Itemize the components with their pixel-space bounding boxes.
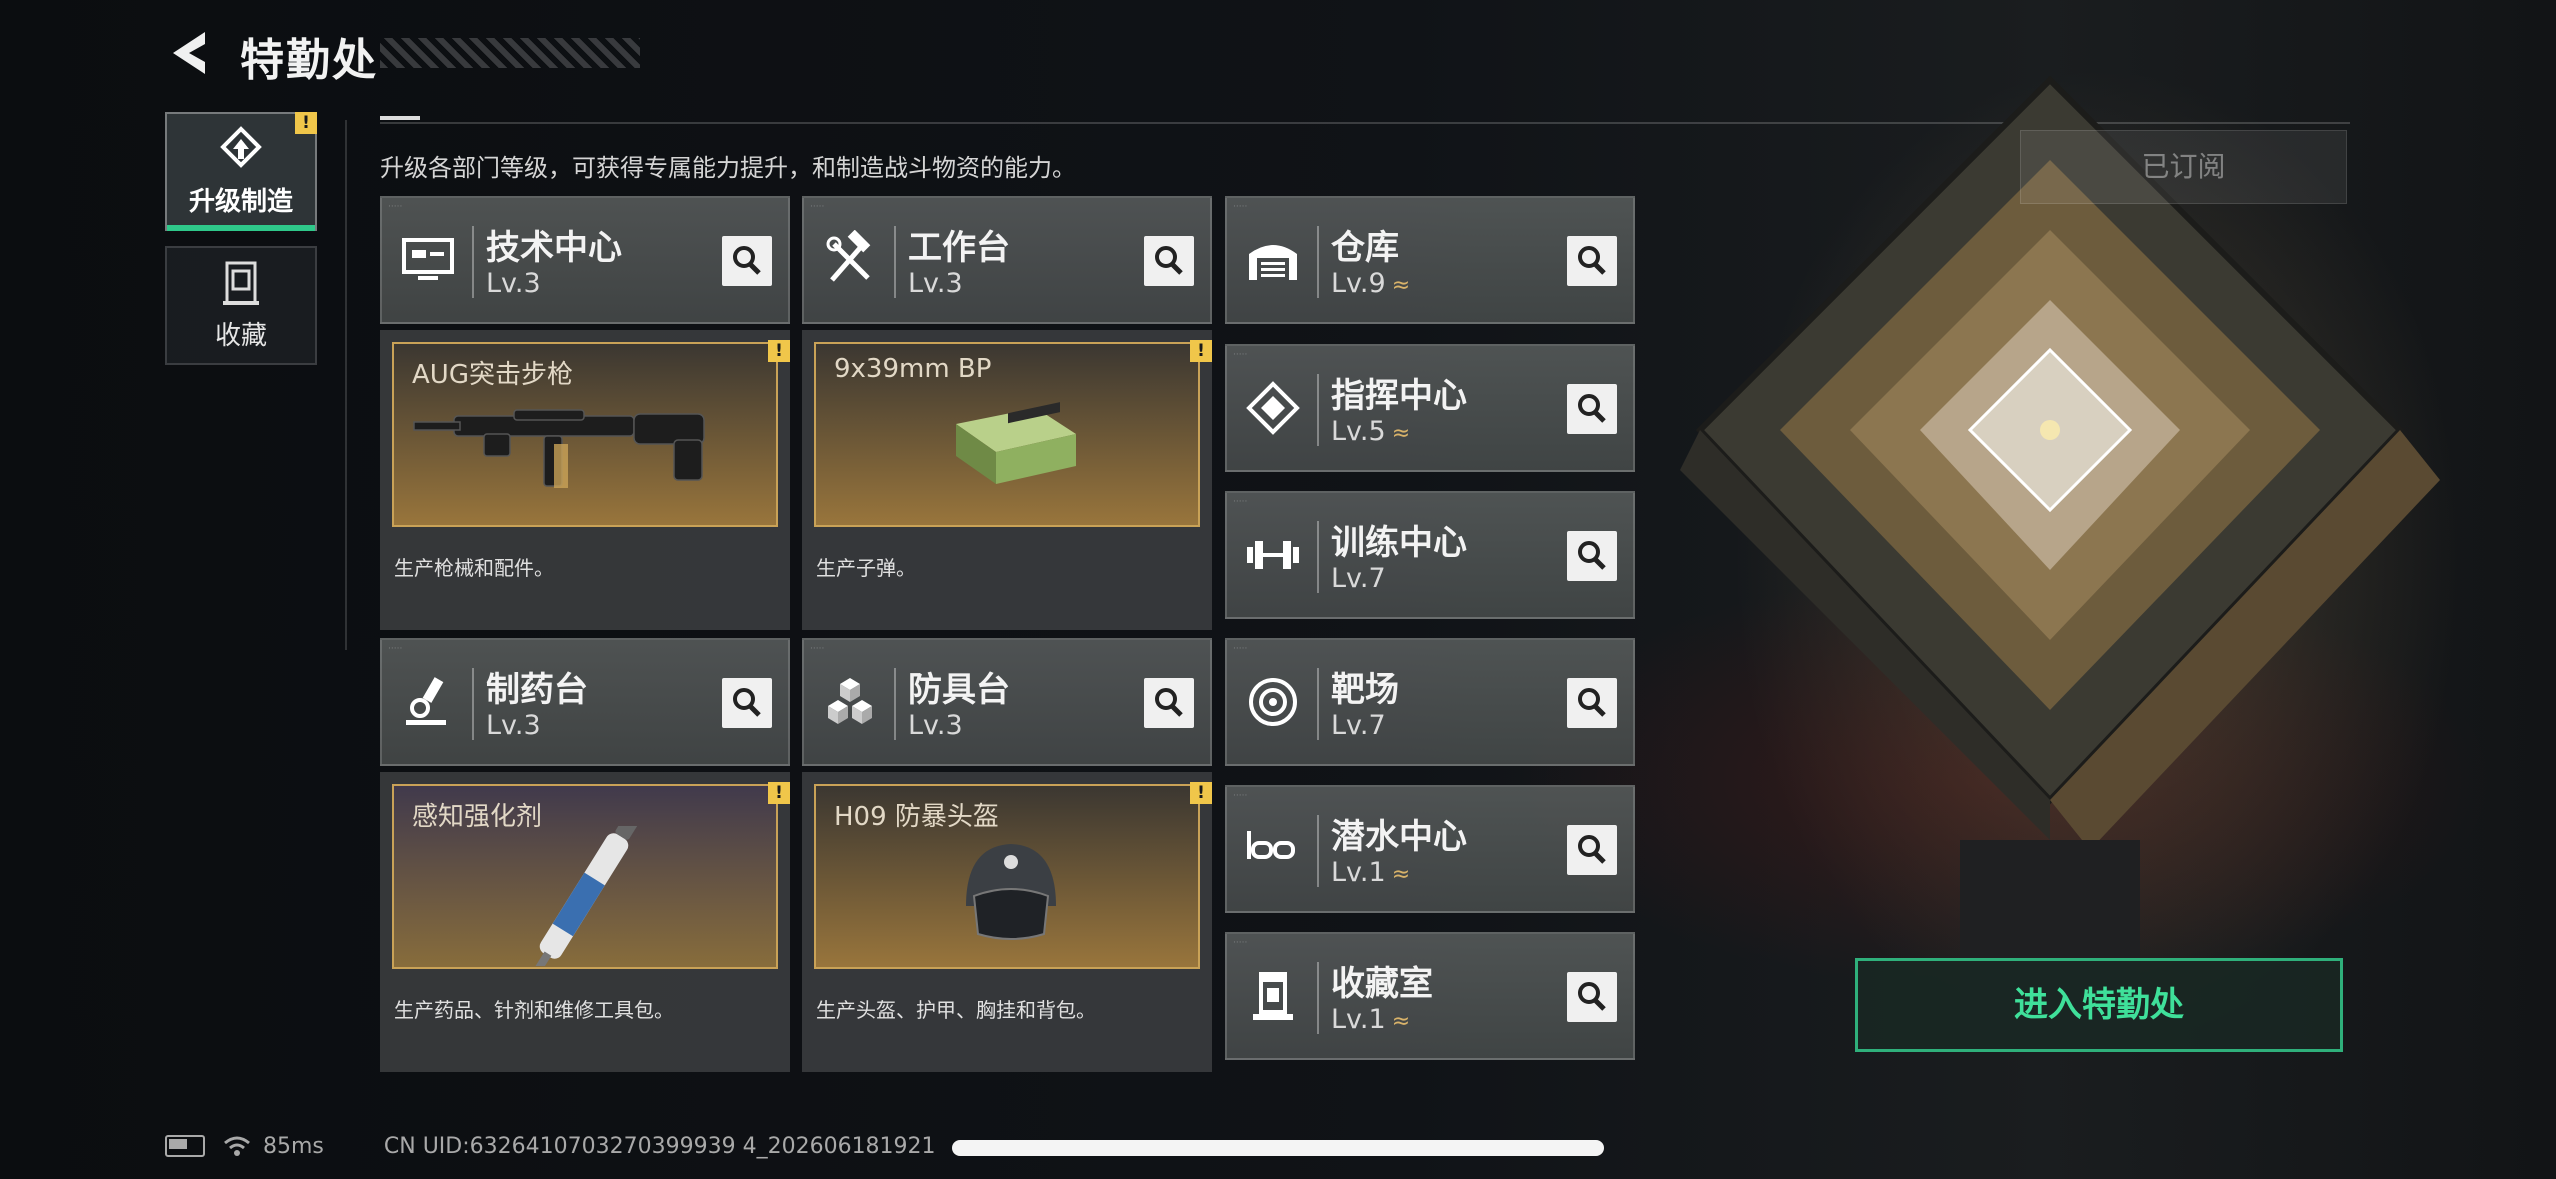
target-icon — [1249, 678, 1297, 726]
warehouse-icon — [1249, 245, 1297, 280]
tab-label: 收藏 — [214, 321, 267, 351]
dept-level: Lv.7 — [1331, 710, 1386, 741]
dept-name: 训练中心 — [1331, 523, 1467, 563]
enter-button[interactable]: 进入特勤处 — [1855, 958, 2343, 1052]
ping-value: 85ms — [263, 1133, 324, 1159]
dept-diving-center[interactable]: ····· 潜水中心 Lv.1 ≈ — [1225, 785, 1635, 913]
search-icon[interactable] — [722, 678, 772, 728]
product-card-aug[interactable]: AUG突击步枪 ! 生产枪械和配件。 — [380, 330, 790, 630]
dept-name: 仓库 — [1331, 228, 1399, 268]
collection-case-icon — [223, 261, 259, 305]
dept-name: 防具台 — [908, 670, 1010, 710]
product-desc: 生产枪械和配件。 — [394, 556, 554, 580]
subscribed-button[interactable]: 已订阅 — [2020, 130, 2347, 204]
dept-level: Lv.3 — [908, 710, 963, 741]
alert-badge: ! — [295, 112, 317, 134]
rifle-icon — [413, 409, 705, 488]
dept-name: 潜水中心 — [1331, 817, 1467, 857]
search-icon[interactable] — [722, 236, 772, 286]
dept-level: Lv.3 — [486, 710, 541, 741]
home-indicator[interactable] — [952, 1140, 1604, 1156]
alert-badge: ! — [768, 782, 790, 804]
dept-level: Lv.1 ≈ — [1331, 857, 1411, 888]
dept-name: 靶场 — [1331, 670, 1399, 710]
alert-badge: ! — [768, 340, 790, 362]
alert-badge: ! — [1190, 782, 1212, 804]
wifi-icon — [224, 1136, 250, 1156]
search-icon[interactable] — [1567, 678, 1617, 728]
divider-tick — [380, 116, 420, 120]
battery-icon — [165, 1135, 205, 1157]
tab-upgrade-craft[interactable]: 升级制造 ! — [165, 112, 317, 231]
search-icon[interactable] — [1144, 236, 1194, 286]
diving-mask-icon — [1247, 831, 1295, 859]
dept-name: 指挥中心 — [1331, 376, 1467, 416]
dept-collection-room[interactable]: ····· 收藏室 Lv.1 ≈ — [1225, 932, 1635, 1060]
dept-shooting-range[interactable]: ····· 靶场 Lv.7 — [1225, 638, 1635, 766]
product-desc: 生产子弹。 — [816, 556, 916, 580]
tab-label: 升级制造 — [188, 187, 293, 217]
trophy-case-icon — [1253, 972, 1293, 1020]
dept-command-center[interactable]: ····· 指挥中心 Lv.5 ≈ — [1225, 344, 1635, 472]
helmet-icon — [966, 844, 1056, 940]
dept-level: Lv.1 ≈ — [1331, 1004, 1411, 1035]
injector-icon — [532, 826, 638, 966]
search-icon[interactable] — [1567, 531, 1617, 581]
dept-pharmacy[interactable]: ····· 制药台 Lv.3 — [380, 638, 790, 766]
status-bar: 85ms CN UID:6326410703270399939 4_202606… — [165, 1128, 936, 1164]
upgrade-chevron-icon: ≈ — [1391, 1009, 1411, 1034]
search-icon[interactable] — [1144, 678, 1194, 728]
sidebar-divider — [345, 120, 347, 650]
dept-training-center[interactable]: ····· 训练中心 Lv.7 — [1225, 491, 1635, 619]
user-uid: CN UID:6326410703270399939 4_20260618192… — [383, 1133, 936, 1159]
dept-name: 收藏室 — [1331, 964, 1433, 1004]
page-description: 升级各部门等级，可获得专属能力提升，和制造战斗物资的能力。 — [380, 154, 1076, 182]
dept-armor-bench[interactable]: ····· 防具台 Lv.3 — [802, 638, 1212, 766]
dept-tech-center[interactable]: ····· 技术中心 Lv.3 — [380, 196, 790, 324]
cubes-icon — [828, 678, 872, 724]
dept-level: Lv.3 — [908, 268, 963, 299]
product-card-helmet[interactable]: H09 防暴头盔 ! 生产头盔、护甲、胸挂和背包。 — [802, 772, 1212, 1072]
dept-warehouse[interactable]: ····· 仓库 Lv.9 ≈ — [1225, 196, 1635, 324]
product-desc: 生产药品、针剂和维修工具包。 — [394, 998, 674, 1022]
microscope-icon — [406, 677, 446, 725]
dept-level: Lv.3 — [486, 268, 541, 299]
dept-workbench[interactable]: ····· 工作台 Lv.3 — [802, 196, 1212, 324]
alert-badge: ! — [1190, 340, 1212, 362]
product-card-ammo[interactable]: 9x39mm BP ! 生产子弹。 — [802, 330, 1212, 630]
upgrade-chevron-icon: ≈ — [1391, 273, 1411, 298]
ammo-box-icon — [956, 402, 1076, 484]
dept-level: Lv.7 — [1331, 563, 1386, 594]
monitor-icon — [402, 238, 454, 280]
tab-collection[interactable]: 收藏 — [165, 246, 317, 365]
chip-icon — [1246, 381, 1300, 435]
tab-active-indicator — [167, 225, 315, 231]
hammer-wrench-icon — [826, 230, 871, 282]
upgrade-chevron-icon: ≈ — [1391, 421, 1411, 446]
search-icon[interactable] — [1567, 236, 1617, 286]
search-icon[interactable] — [1567, 825, 1617, 875]
dept-name: 技术中心 — [486, 228, 622, 268]
page-title: 特勤处 — [240, 35, 378, 86]
back-arrow-icon[interactable] — [165, 28, 215, 78]
dept-level: Lv.5 ≈ — [1331, 416, 1411, 447]
dept-name: 制药台 — [486, 670, 588, 710]
product-name: 9x39mm BP — [834, 354, 992, 384]
search-icon[interactable] — [1567, 384, 1617, 434]
dumbbell-icon — [1247, 541, 1299, 569]
search-icon[interactable] — [1567, 972, 1617, 1022]
dept-level: Lv.9 ≈ — [1331, 268, 1411, 299]
upgrade-icon — [220, 126, 262, 168]
upgrade-chevron-icon: ≈ — [1391, 862, 1411, 887]
product-card-stim[interactable]: 感知强化剂 ! 生产药品、针剂和维修工具包。 — [380, 772, 790, 1072]
product-desc: 生产头盔、护甲、胸挂和背包。 — [816, 998, 1096, 1022]
dept-name: 工作台 — [908, 228, 1010, 268]
title-decoration — [380, 38, 640, 68]
